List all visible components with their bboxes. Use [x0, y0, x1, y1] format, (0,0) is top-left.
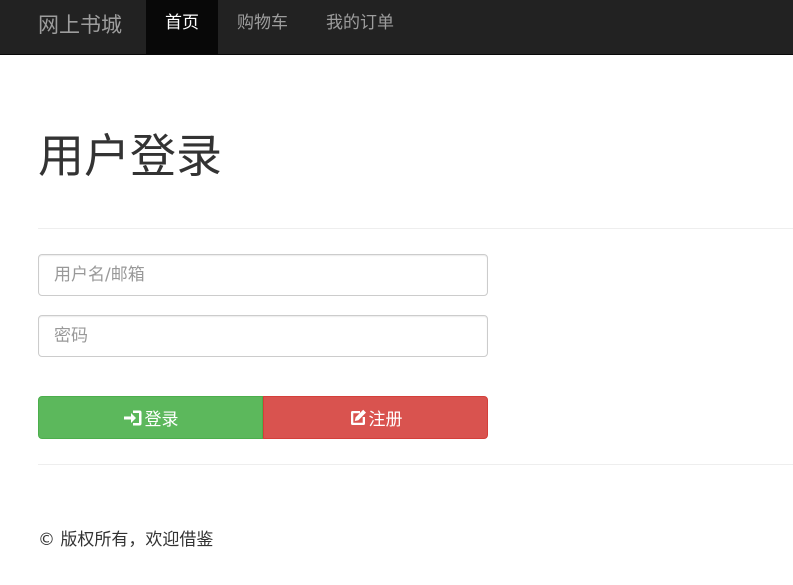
- main-nav: 首页 购物车 我的订单: [146, 0, 413, 55]
- top-navbar: 网上书城 首页 购物车 我的订单: [0, 0, 793, 55]
- register-button-label: 注册: [368, 410, 403, 430]
- login-button[interactable]: 登录: [38, 396, 263, 439]
- register-button[interactable]: 注册: [263, 396, 488, 439]
- divider-bottom: [38, 464, 793, 465]
- nav-item-cart[interactable]: 购物车: [218, 0, 307, 55]
- password-input[interactable]: [38, 315, 488, 357]
- divider-top: [38, 228, 793, 229]
- edit-icon: [350, 409, 366, 425]
- brand-link[interactable]: 网上书城: [38, 0, 122, 55]
- login-button-label: 登录: [144, 410, 179, 430]
- nav-item-home[interactable]: 首页: [146, 0, 218, 55]
- action-button-group: 登录 注册: [38, 396, 488, 439]
- nav-item-orders[interactable]: 我的订单: [307, 0, 413, 55]
- footer-copyright: © 版权所有，欢迎借鉴: [38, 530, 214, 550]
- log-in-icon: [123, 410, 141, 425]
- page-title: 用户登录: [38, 129, 222, 183]
- username-input[interactable]: [38, 254, 488, 296]
